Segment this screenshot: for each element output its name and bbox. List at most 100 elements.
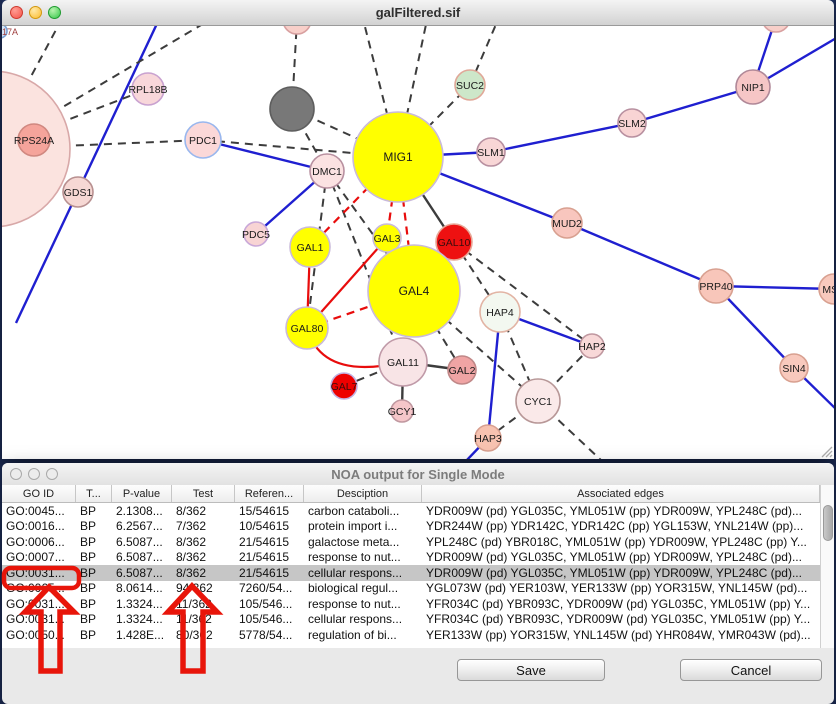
node-hap4[interactable]: HAP4 xyxy=(480,292,520,332)
node-cyc1[interactable]: CYC1 xyxy=(516,379,560,423)
cell: response to nut... xyxy=(304,597,422,611)
node-gal11[interactable]: GAL11 xyxy=(379,338,427,386)
node-gal4[interactable]: GAL4 xyxy=(368,245,460,337)
noa-window-titlebar[interactable]: NOA output for Single Mode xyxy=(2,463,834,486)
node-gds1[interactable]: GDS1 xyxy=(63,177,93,207)
edge-pp xyxy=(567,223,716,286)
table-row[interactable]: GO:0050...BP1.428E...80/3625778/54...reg… xyxy=(2,627,820,643)
table-row[interactable]: GO:0045...BP2.1308...8/36215/54615carbon… xyxy=(2,503,820,519)
network-graph: 17A RPL18B RPS24A GDS1 PDC1 PDC5 MIG1 DMC1 SLM1 S… xyxy=(2,26,834,459)
table-row[interactable]: GO:0031...BP6.5087...8/36221/54615cellul… xyxy=(2,565,820,581)
minimize-button[interactable] xyxy=(28,468,40,480)
minimize-button[interactable] xyxy=(29,6,42,19)
node-gal1[interactable]: GAL1 xyxy=(290,227,330,267)
node-mud2[interactable]: MUD2 xyxy=(552,208,582,238)
cell: 105/546... xyxy=(235,612,304,626)
table-row[interactable]: GO:0031...BP1.3324...11/362105/546...cel… xyxy=(2,612,820,628)
table-row[interactable]: GO:0031...BP1.3324...11/362105/546...res… xyxy=(2,596,820,612)
node-label: MUD2 xyxy=(552,218,582,230)
node-gray1[interactable] xyxy=(270,87,314,131)
table-scrollbar[interactable] xyxy=(820,485,834,648)
zoom-button[interactable] xyxy=(46,468,58,480)
node-label: GCY1 xyxy=(388,406,417,418)
node-toppink1[interactable] xyxy=(283,26,311,34)
node-pdc1[interactable]: PDC1 xyxy=(185,122,221,158)
node-rpl18b[interactable]: RPL18B xyxy=(128,73,167,105)
node-gal2[interactable]: GAL2 xyxy=(448,356,476,384)
node-dmc1[interactable]: DMC1 xyxy=(310,154,344,188)
resize-grip[interactable] xyxy=(820,445,833,458)
cell: biological regul... xyxy=(304,581,422,595)
cell: YDR009W (pd) YGL035C, YML051W (pp) YDR00… xyxy=(422,504,820,518)
cell: YER133W (pp) YOR315W, YNL145W (pd) YHR08… xyxy=(422,628,820,642)
cell: YDR009W (pd) YGL035C, YML051W (pp) YDR00… xyxy=(422,550,820,564)
node-mig1[interactable]: MIG1 xyxy=(353,112,443,202)
cell: YDR009W (pd) YGL035C, YML051W (pp) YDR00… xyxy=(422,566,820,580)
column-header-t[interactable]: T... xyxy=(76,485,112,502)
cell: 21/54615 xyxy=(235,535,304,549)
node-label: RPL18B xyxy=(128,84,167,96)
table-row[interactable]: GO:0065...BP8.0614...94/3627260/54...bio… xyxy=(2,581,820,597)
scrollbar-thumb[interactable] xyxy=(823,505,833,541)
cell: 8/362 xyxy=(172,550,235,564)
node-label: CYC1 xyxy=(524,396,552,408)
zoom-button[interactable] xyxy=(48,6,61,19)
column-header-desciption[interactable]: Desciption xyxy=(304,485,422,502)
node-gal7[interactable]: GAL7 xyxy=(331,373,358,399)
cell: 21/54615 xyxy=(235,550,304,564)
node-gcy1[interactable]: GCY1 xyxy=(388,400,417,422)
node-label: RPS24A xyxy=(14,135,54,147)
column-header-p-value[interactable]: P-value xyxy=(112,485,172,502)
column-header-referen[interactable]: Referen... xyxy=(235,485,304,502)
node-label: PDC5 xyxy=(242,229,270,241)
node-label: SLM1 xyxy=(477,147,505,159)
table-row[interactable]: GO:0007...BP6.5087...8/36221/54615respon… xyxy=(2,550,820,566)
cancel-button[interactable]: Cancel xyxy=(680,659,822,681)
cell: BP xyxy=(76,612,112,626)
close-button[interactable] xyxy=(10,6,23,19)
cell: 1.3324... xyxy=(112,612,172,626)
cell: BP xyxy=(76,566,112,580)
node-label: MSN xyxy=(822,284,834,296)
cell: GO:0031... xyxy=(2,597,76,611)
desktop: galFiltered.sif 17A RPL18B RPS24A GDS1 PDC1 P… xyxy=(0,0,836,704)
node-17a[interactable]: 17A xyxy=(2,26,18,38)
cell: 6.5087... xyxy=(112,566,172,580)
node-label: MIG1 xyxy=(383,150,413,164)
cell: 5778/54... xyxy=(235,628,304,642)
node-slm2[interactable]: SLM2 xyxy=(618,109,646,137)
cell: YFR034C (pd) YBR093C, YDR009W (pd) YGL03… xyxy=(422,612,820,626)
save-button[interactable]: Save xyxy=(457,659,605,681)
noa-output-window: NOA output for Single Mode GO IDT...P-va… xyxy=(2,463,834,704)
table-row[interactable]: GO:0016...BP6.2567...7/36210/54615protei… xyxy=(2,519,820,535)
cell: GO:0006... xyxy=(2,535,76,549)
table-row[interactable]: GO:0006...BP6.5087...8/36221/54615galact… xyxy=(2,534,820,550)
cell: 7/362 xyxy=(172,519,235,533)
node-suc2[interactable]: SUC2 xyxy=(455,70,485,100)
node-msn[interactable]: MSN xyxy=(819,274,834,304)
cell: 1.428E... xyxy=(112,628,172,642)
cell: YPL248C (pd) YBR018C, YML051W (pp) YDR00… xyxy=(422,535,820,549)
node-label: GAL80 xyxy=(291,323,324,335)
node-hap3[interactable]: HAP3 xyxy=(474,425,502,451)
node-prp40[interactable]: PRP40 xyxy=(699,269,733,303)
node-sin4[interactable]: SIN4 xyxy=(780,354,808,382)
node-label: PDC1 xyxy=(189,135,217,147)
close-button[interactable] xyxy=(10,468,22,480)
network-window-titlebar[interactable]: galFiltered.sif xyxy=(2,0,834,26)
node-toppink2[interactable] xyxy=(762,26,790,32)
node-slm1[interactable]: SLM1 xyxy=(477,138,505,166)
cell: carbon cataboli... xyxy=(304,504,422,518)
cell: BP xyxy=(76,535,112,549)
node-hap2[interactable]: HAP2 xyxy=(578,334,606,358)
column-header-test[interactable]: Test xyxy=(172,485,235,502)
column-header-associated-edges[interactable]: Associated edges xyxy=(422,485,820,502)
node-gal80[interactable]: GAL80 xyxy=(286,307,328,349)
column-header-go-id[interactable]: GO ID xyxy=(2,485,76,502)
cell: cellular respons... xyxy=(304,612,422,626)
node-label: NIP1 xyxy=(741,82,765,94)
node-nip1[interactable]: NIP1 xyxy=(736,70,770,104)
network-canvas[interactable]: 17A RPL18B RPS24A GDS1 PDC1 PDC5 MIG1 DMC1 SLM1 S… xyxy=(2,26,834,459)
node-label: GAL4 xyxy=(399,284,430,298)
cell: 8/362 xyxy=(172,535,235,549)
